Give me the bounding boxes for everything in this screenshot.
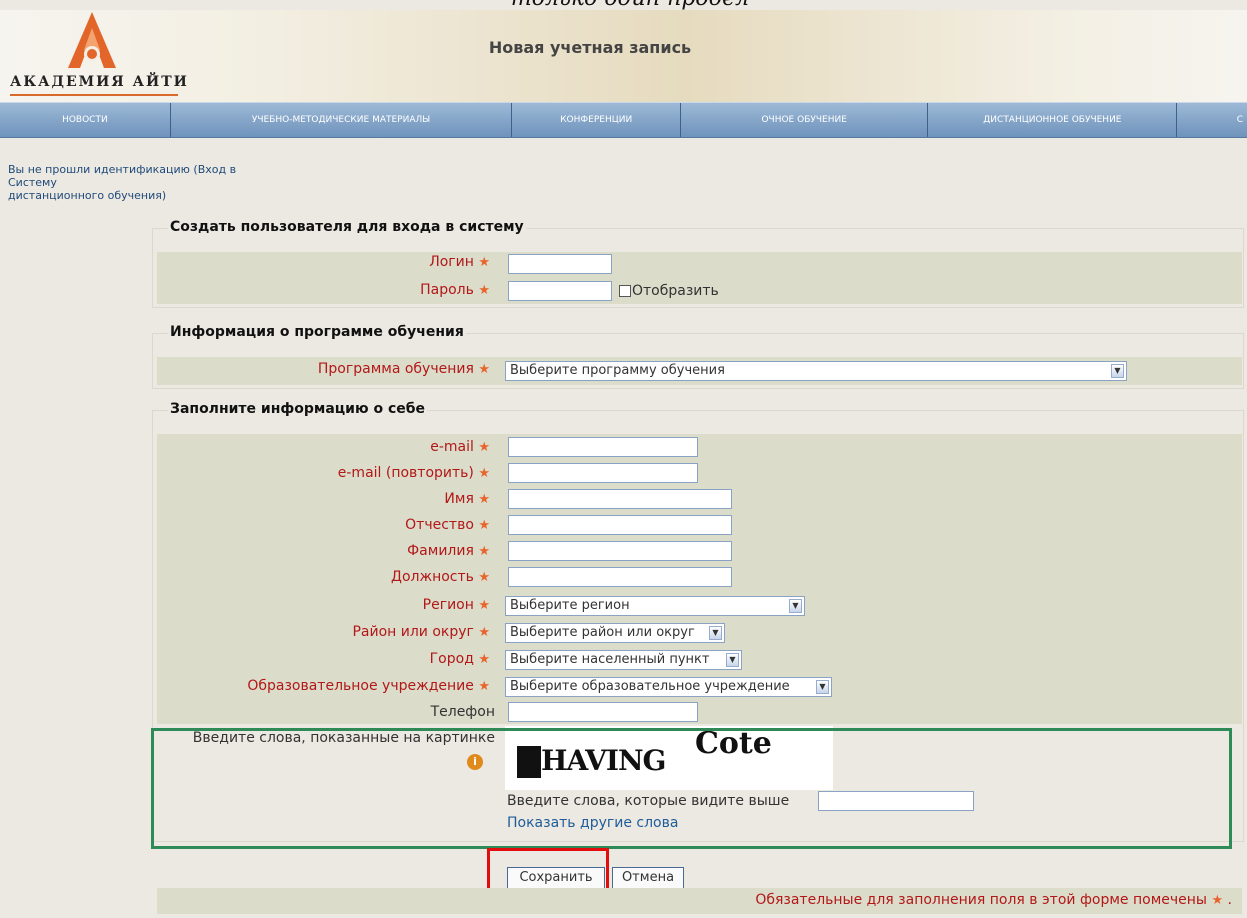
email-repeat-input[interactable] bbox=[508, 463, 698, 483]
captcha-highlight bbox=[151, 728, 1232, 849]
header: АКАДЕМИЯ АЙТИ Новая учетная запись bbox=[0, 10, 1247, 102]
city-select[interactable]: Выберите населенный пункт ▼ bbox=[505, 650, 742, 670]
program-label: Программа обучения ★ bbox=[317, 361, 490, 377]
show-password-label: Отобразить bbox=[632, 283, 719, 299]
logo-icon bbox=[68, 12, 116, 68]
last-name-input[interactable] bbox=[508, 541, 732, 561]
chevron-down-icon[interactable]: ▼ bbox=[726, 653, 739, 667]
city-label: Город ★ bbox=[429, 651, 490, 667]
email-label: e-mail ★ bbox=[430, 439, 490, 455]
district-select[interactable]: Выберите район или округ ▼ bbox=[505, 623, 725, 643]
account-legend: Создать пользователя для входа в систему bbox=[168, 219, 526, 235]
required-note: Обязательные для заполнения поля в этой … bbox=[755, 892, 1232, 908]
phone-label: Телефон bbox=[430, 704, 495, 720]
password-label: Пароль ★ bbox=[420, 282, 490, 298]
nav-item-news[interactable]: НОВОСТИ bbox=[0, 103, 171, 137]
position-input[interactable] bbox=[508, 567, 732, 587]
about-legend: Заполните информацию о себе bbox=[168, 401, 428, 417]
main-nav: НОВОСТИ УЧЕБНО-МЕТОДИЧЕСКИЕ МАТЕРИАЛЫ КО… bbox=[0, 102, 1247, 138]
password-input[interactable] bbox=[508, 281, 612, 301]
notice-line: Систему bbox=[8, 176, 57, 189]
region-label: Регион ★ bbox=[422, 597, 490, 613]
nav-item-distance[interactable]: ДИСТАНЦИОННОЕ ОБУЧЕНИЕ bbox=[928, 103, 1178, 137]
show-password-checkbox[interactable] bbox=[619, 285, 631, 297]
region-select-value: Выберите регион bbox=[510, 598, 630, 613]
program-select-value: Выберите программу обучения bbox=[510, 363, 725, 378]
institution-label: Образовательное учреждение ★ bbox=[247, 678, 490, 694]
logo-text: АКАДЕМИЯ АЙТИ bbox=[10, 74, 189, 90]
notice-line: Вы не прошли идентификацию (Вход в bbox=[8, 163, 237, 176]
chevron-down-icon[interactable]: ▼ bbox=[816, 680, 829, 694]
first-name-input[interactable] bbox=[508, 489, 732, 509]
nav-item-more[interactable]: С bbox=[1177, 103, 1247, 137]
cancel-button[interactable]: Отмена bbox=[612, 867, 684, 889]
chevron-down-icon[interactable]: ▼ bbox=[1111, 364, 1124, 378]
login-label: Логин ★ bbox=[429, 254, 490, 270]
district-select-value: Выберите район или округ bbox=[510, 625, 695, 640]
patronymic-input[interactable] bbox=[508, 515, 732, 535]
chevron-down-icon[interactable]: ▼ bbox=[789, 599, 802, 613]
nav-item-conferences[interactable]: КОНФЕРЕНЦИИ bbox=[512, 103, 682, 137]
chevron-down-icon[interactable]: ▼ bbox=[709, 626, 722, 640]
nav-item-materials[interactable]: УЧЕБНО-МЕТОДИЧЕСКИЕ МАТЕРИАЛЫ bbox=[171, 103, 513, 137]
last-name-label: Фамилия ★ bbox=[407, 543, 490, 559]
region-select[interactable]: Выберите регион ▼ bbox=[505, 596, 805, 616]
position-label: Должность ★ bbox=[391, 569, 490, 585]
email-repeat-label: e-mail (повторить) ★ bbox=[337, 465, 490, 481]
institution-select-value: Выберите образовательное учреждение bbox=[510, 679, 790, 694]
login-input[interactable] bbox=[508, 254, 612, 274]
patronymic-label: Отчество ★ bbox=[405, 517, 490, 533]
login-notice[interactable]: Вы не прошли идентификацию (Вход в Систе… bbox=[8, 163, 308, 202]
district-label: Район или округ ★ bbox=[352, 624, 490, 640]
logo[interactable]: АКАДЕМИЯ АЙТИ bbox=[0, 10, 200, 100]
nav-item-fulltime[interactable]: ОЧНОЕ ОБУЧЕНИЕ bbox=[681, 103, 929, 137]
logo-underline bbox=[10, 94, 178, 96]
first-name-label: Имя ★ bbox=[444, 491, 490, 507]
page-title: Новая учетная запись bbox=[488, 38, 692, 57]
phone-input[interactable] bbox=[508, 702, 698, 722]
email-input[interactable] bbox=[508, 437, 698, 457]
required-footer: Обязательные для заполнения поля в этой … bbox=[157, 888, 1242, 914]
institution-select[interactable]: Выберите образовательное учреждение ▼ bbox=[505, 677, 832, 697]
city-select-value: Выберите населенный пункт bbox=[510, 652, 710, 667]
notice-line: дистанционного обучения) bbox=[8, 189, 167, 202]
program-legend: Информация о программе обучения bbox=[168, 324, 466, 340]
program-select[interactable]: Выберите программу обучения ▼ bbox=[505, 361, 1127, 381]
